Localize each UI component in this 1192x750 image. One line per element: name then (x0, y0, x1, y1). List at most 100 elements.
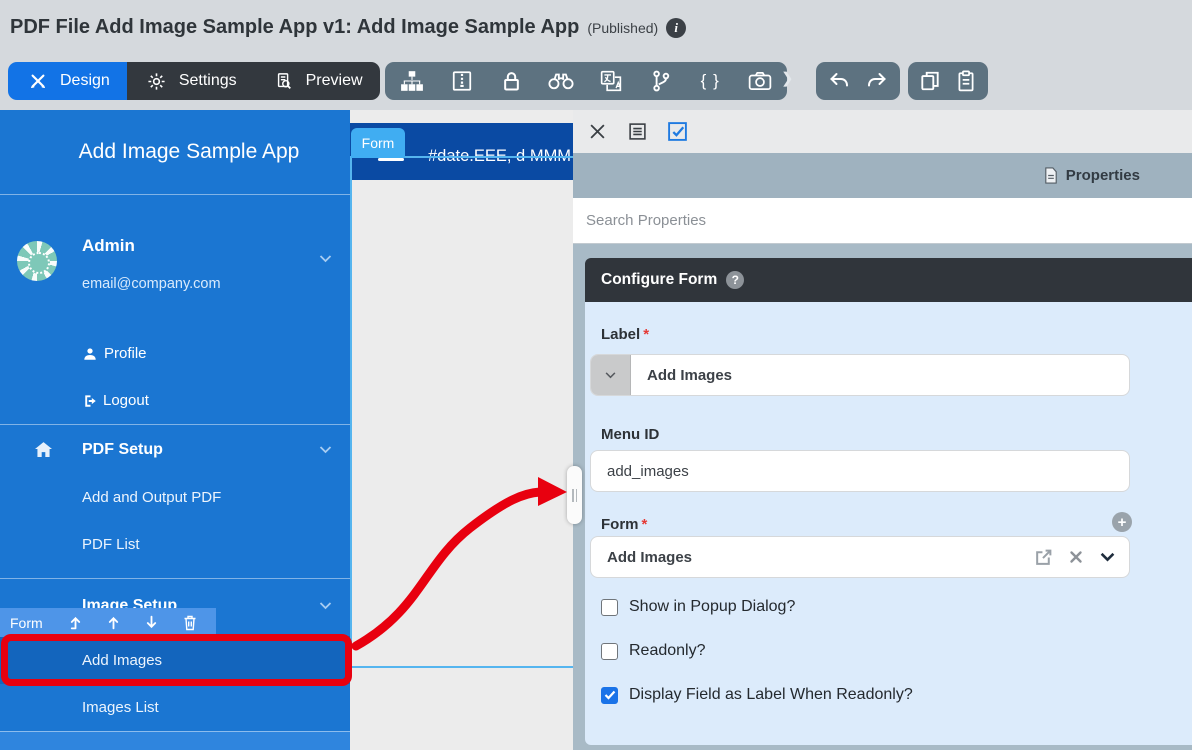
sidebar-item-label: Profile (104, 345, 147, 362)
sidebar-app-title: Add Image Sample App (0, 110, 350, 194)
sidebar-item-label: Add and Output PDF (82, 489, 221, 506)
form-select-value: Add Images (591, 549, 692, 566)
form-field-label: Form* (601, 516, 647, 533)
sidebar-item-add-images[interactable]: Add Images (0, 636, 350, 684)
checkbox-label: Readonly? (629, 642, 706, 660)
delete-icon[interactable] (171, 612, 209, 634)
required-asterisk: * (642, 516, 648, 533)
configure-form-header: Configure Form ? (585, 258, 1192, 302)
branch-icon[interactable] (648, 68, 674, 94)
user-email: email@company.com (82, 276, 221, 292)
form-select-actions (1033, 547, 1115, 567)
sidebar-item-add-and-output-pdf[interactable]: Add and Output PDF (0, 474, 350, 521)
chevron-down-icon (319, 597, 332, 615)
undo-redo-toolbar (816, 62, 900, 100)
mode-tabs: Design Settings Preview (8, 62, 380, 100)
label-input[interactable]: Add Images (590, 354, 1130, 396)
preview-doc-icon (271, 68, 297, 94)
document-icon (1044, 167, 1059, 185)
tab-design-label: Design (60, 72, 110, 90)
redo-icon[interactable] (863, 68, 889, 94)
code-braces-icon[interactable]: { } (697, 68, 723, 94)
checkbox-row-display-as-label: Display Field as Label When Readonly? (601, 686, 913, 704)
checkbox-row-popup-dialog: Show in Popup Dialog? (601, 598, 795, 616)
app-header: PDF File Add Image Sample App v1: Add Im… (10, 16, 686, 39)
logout-icon (82, 393, 98, 408)
sidebar-item-logout[interactable]: Logout (0, 377, 350, 424)
chevron-down-icon[interactable] (319, 250, 332, 268)
tab-design[interactable]: Design (8, 62, 127, 100)
clipboard-toolbar (908, 62, 988, 100)
element-action-toolbar: Form (0, 608, 216, 637)
close-icon[interactable] (586, 121, 608, 143)
menu-id-input[interactable]: add_images (590, 450, 1130, 492)
home-icon (30, 437, 56, 463)
properties-panel: Properties Configure Form ? Label* Add I… (573, 110, 1192, 750)
tab-settings-label: Settings (179, 72, 237, 90)
binoculars-icon[interactable] (548, 68, 574, 94)
lock-icon[interactable] (498, 68, 524, 94)
label-field-label: Label* (601, 326, 649, 343)
tab-preview[interactable]: Preview (254, 62, 380, 100)
tab-settings[interactable]: Settings (127, 62, 254, 100)
sidebar-section-pdf-setup[interactable]: PDF Setup (0, 424, 350, 474)
page-title: PDF File Add Image Sample App v1: Add Im… (10, 16, 579, 39)
form-select[interactable]: Add Images (590, 536, 1130, 578)
form-zip-icon[interactable] (449, 68, 475, 94)
avatar (17, 241, 57, 281)
person-icon (82, 346, 97, 361)
copy-icon[interactable] (917, 68, 943, 94)
app-sidebar: Add Image Sample App Admin email@company… (0, 110, 350, 750)
sitemap-icon[interactable] (399, 68, 425, 94)
window-form-icon[interactable] (626, 121, 648, 143)
label-type-dropdown[interactable] (591, 355, 631, 395)
move-down-icon[interactable] (133, 612, 171, 634)
selection-outline-bottom (350, 666, 573, 668)
sidebar-section-label: PDF Setup (82, 441, 163, 459)
properties-title: Properties (1066, 167, 1140, 184)
sidebar-item-pdf-list[interactable]: PDF List (0, 521, 350, 568)
sidebar-item-profile[interactable]: Profile (0, 330, 350, 377)
selection-outline-left (350, 156, 352, 668)
checkbox-unchecked[interactable] (601, 599, 618, 616)
design-tools-icon (25, 68, 51, 94)
menu-id-input-value: add_images (591, 463, 689, 480)
move-up-icon[interactable] (95, 612, 133, 634)
checkbox-select-icon[interactable] (666, 121, 688, 143)
chevron-down-icon[interactable] (1099, 551, 1115, 563)
external-link-icon[interactable] (1033, 547, 1053, 567)
required-asterisk: * (643, 326, 649, 343)
panel-resize-handle[interactable] (567, 466, 582, 524)
translate-icon[interactable] (598, 68, 624, 94)
paste-icon[interactable] (953, 68, 979, 94)
checkbox-label: Display Field as Label When Readonly? (629, 686, 913, 704)
plus-circle-icon[interactable]: + (1112, 512, 1132, 532)
move-to-top-icon[interactable] (57, 612, 95, 634)
sidebar-item-images-list[interactable]: Images List (0, 684, 350, 731)
search-properties-row (573, 198, 1192, 244)
clear-x-icon[interactable] (1068, 549, 1084, 565)
properties-title-bar: Properties (573, 153, 1192, 198)
search-properties-input[interactable] (573, 198, 1192, 243)
label-input-value: Add Images (631, 367, 732, 384)
app-builder-window: PDF File Add Image Sample App v1: Add Im… (0, 0, 1192, 750)
form-element-tab[interactable]: Form (351, 128, 405, 158)
checkbox-unchecked[interactable] (601, 643, 618, 660)
chevron-right-icon[interactable]: ❯ (781, 69, 794, 87)
checkbox-label: Show in Popup Dialog? (629, 598, 795, 616)
element-type-label: Form (10, 615, 43, 631)
sidebar-item-label: Images List (82, 699, 159, 716)
configure-form-title: Configure Form (601, 271, 717, 289)
gear-icon (144, 68, 170, 94)
undo-icon[interactable] (827, 68, 853, 94)
menu-id-field-label: Menu ID (601, 426, 659, 443)
sidebar-item-label: Logout (103, 392, 149, 409)
user-name: Admin (82, 236, 135, 256)
question-circle-icon[interactable]: ? (726, 271, 744, 289)
camera-icon[interactable] (747, 68, 773, 94)
published-badge: (Published) (587, 20, 658, 36)
tab-preview-label: Preview (306, 72, 363, 90)
checkbox-checked[interactable] (601, 687, 618, 704)
configure-form-card: Configure Form ? Label* Add Images Menu … (585, 258, 1192, 745)
info-icon[interactable]: i (666, 18, 686, 38)
